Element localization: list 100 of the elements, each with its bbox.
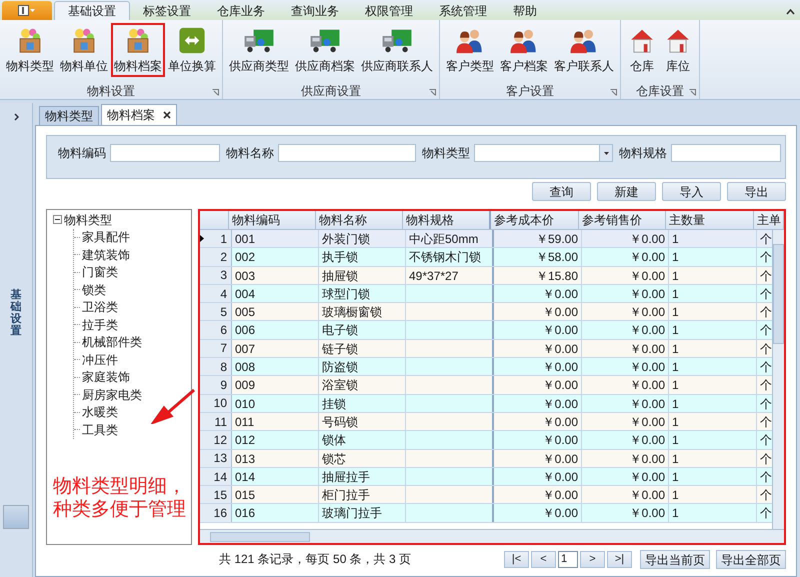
menu-tab[interactable]: 系统管理 — [426, 1, 500, 20]
column-header[interactable]: 物料名称 — [316, 211, 403, 229]
ribbon-button[interactable]: 仓库 — [624, 23, 660, 77]
tree-item[interactable]: 家具配件 — [82, 228, 130, 246]
export-button[interactable]: 导出当前页 — [640, 550, 710, 568]
action-button[interactable]: 查询 — [532, 182, 591, 201]
table-row[interactable]: 2 002 执手锁 不锈钢木门锁 ￥58.00 ￥0.00 1 个 — [200, 248, 772, 267]
ribbon-button[interactable]: 供应商档案 — [292, 23, 358, 77]
row-number: 5 — [220, 304, 227, 321]
table-cell: 1 — [669, 230, 757, 248]
tree-item[interactable]: 卫浴类 — [82, 298, 118, 316]
column-header[interactable]: 参考销售价 — [579, 211, 666, 229]
tree-item[interactable]: 工具类 — [82, 420, 118, 439]
table-row[interactable]: 11 011 号码锁 ￥0.00 ￥0.00 1 个 — [200, 412, 772, 432]
table-row[interactable]: 6 006 电子锁 ￥0.00 ￥0.00 1 个 — [200, 321, 772, 340]
dropdown-field[interactable] — [474, 144, 613, 162]
ribbon-button[interactable]: 单位换算 — [165, 23, 219, 77]
tree-item[interactable]: 冲压件 — [82, 350, 118, 369]
table-cell: ￥0.00 — [582, 431, 669, 449]
table-cell: 号码锁 — [319, 412, 406, 430]
menu-tab[interactable]: 查询业务 — [278, 1, 352, 20]
text-field[interactable] — [671, 144, 781, 162]
table-cell: ￥15.80 — [494, 266, 582, 284]
column-header[interactable]: 物料编码 — [229, 211, 316, 229]
ribbon-button[interactable]: 供应商类型 — [226, 23, 292, 77]
table-cell: ￥0.00 — [494, 486, 582, 504]
table-cell: ￥0.00 — [582, 450, 669, 467]
table-cell: ￥0.00 — [494, 450, 582, 467]
column-header[interactable]: 主数量 — [666, 211, 754, 229]
document-tab[interactable]: 物料类型 — [39, 106, 99, 125]
pager-button[interactable]: |< — [504, 550, 529, 568]
close-icon[interactable] — [163, 111, 171, 119]
table-row[interactable]: 1 001 外装门锁 中心距50mm ￥59.00 ￥0.00 1 个 — [200, 230, 772, 248]
dialog-launcher-icon[interactable] — [689, 89, 696, 96]
collapse-ribbon-icon[interactable] — [786, 9, 795, 15]
table-row[interactable]: 8 008 防盗锁 ￥0.00 ￥0.00 1 个 — [200, 358, 772, 376]
table-row[interactable]: 12 012 锁体 ￥0.00 ￥0.00 1 个 — [200, 431, 772, 450]
table-row[interactable]: 9 009 浴室锁 ￥0.00 ￥0.00 1 个 — [200, 376, 772, 395]
table-row[interactable]: 10 010 挂锁 ￥0.00 ￥0.00 1 个 — [200, 394, 772, 413]
tree-item[interactable]: 门窗类 — [82, 263, 118, 282]
tree-item[interactable]: 物料类型 — [64, 210, 112, 229]
app-menu-button[interactable] — [2, 1, 52, 20]
text-field[interactable] — [110, 144, 220, 162]
tree-item[interactable]: 机械部件类 — [82, 333, 142, 352]
table-cell: 009 — [232, 376, 319, 394]
tree-item[interactable]: 水暖类 — [82, 403, 118, 422]
ribbon-button[interactable]: 物料单位 — [57, 23, 111, 77]
pager-button[interactable]: >| — [607, 550, 632, 568]
menu-tab[interactable]: 帮助 — [500, 1, 550, 20]
ribbon-button[interactable]: 客户档案 — [497, 23, 551, 77]
tree-item[interactable]: 厨房家电类 — [82, 386, 142, 404]
action-button[interactable]: 新建 — [597, 182, 656, 201]
menu-tab[interactable]: 基础设置 — [54, 1, 130, 20]
tree-item[interactable]: 锁类 — [82, 280, 106, 299]
horizontal-scrollbar[interactable] — [200, 529, 784, 543]
ribbon-button[interactable]: 物料档案 — [111, 23, 165, 77]
ribbon-button[interactable]: 客户联系人 — [551, 23, 617, 77]
table-row[interactable]: 5 005 玻璃橱窗锁 ￥0.00 ￥0.00 1 个 — [200, 303, 772, 322]
menu-tab[interactable]: 仓库业务 — [204, 1, 278, 20]
table-cell: 玻璃门拉手 — [319, 504, 406, 522]
sidebar-title[interactable]: 基础设置 — [10, 288, 22, 338]
collapse-icon[interactable] — [53, 215, 62, 224]
table-cell: ￥58.00 — [494, 248, 582, 266]
ribbon-button[interactable]: 客户类型 — [443, 23, 497, 77]
table-cell: 柜门拉手 — [319, 486, 406, 504]
menu-tab[interactable]: 权限管理 — [352, 1, 426, 20]
table-row[interactable]: 15 015 柜门拉手 ￥0.00 ￥0.00 1 个 — [200, 486, 772, 504]
tree-item[interactable]: 建筑装饰 — [82, 246, 130, 264]
ribbon-button[interactable]: 物料类型 — [3, 23, 57, 77]
page-input[interactable]: 1 — [558, 550, 578, 568]
dialog-launcher-icon[interactable] — [212, 89, 219, 96]
table-row[interactable]: 13 013 锁芯 ￥0.00 ￥0.00 1 个 — [200, 450, 772, 468]
table-row[interactable]: 4 004 球型门锁 ￥0.00 ￥0.00 1 个 — [200, 284, 772, 304]
pager-button[interactable]: > — [580, 550, 605, 568]
table-cell: 1 — [669, 358, 757, 376]
dialog-launcher-icon[interactable] — [429, 89, 436, 96]
ribbon-button[interactable]: 库位 — [660, 23, 696, 77]
chevron-right-icon[interactable] — [14, 113, 18, 121]
text-field[interactable] — [278, 144, 416, 162]
dropdown-arrow-icon — [604, 152, 608, 154]
ribbon-button[interactable]: 供应商联系人 — [358, 23, 436, 77]
table-row[interactable]: 3 003 抽屉锁 49*37*27 ￥15.80 ￥0.00 1 个 — [200, 266, 772, 285]
row-number: 14 — [214, 468, 227, 486]
table-row[interactable]: 7 007 链子锁 ￥0.00 ￥0.00 1 个 — [200, 340, 772, 358]
vertical-scrollbar[interactable] — [772, 230, 784, 529]
document-tab[interactable]: 物料档案 — [101, 104, 177, 125]
row-number: 3 — [220, 267, 227, 284]
tree-item[interactable]: 家庭装饰 — [82, 368, 130, 386]
dialog-launcher-icon[interactable] — [610, 89, 617, 96]
tree-item[interactable]: 拉手类 — [82, 316, 118, 334]
column-header[interactable]: 主单 — [754, 211, 784, 229]
action-button[interactable]: 导出 — [727, 182, 786, 201]
action-button[interactable]: 导入 — [662, 182, 721, 201]
table-row[interactable]: 16 016 玻璃门拉手 ￥0.00 ￥0.00 1 个 — [200, 504, 772, 523]
menu-tab[interactable]: 标签设置 — [130, 1, 204, 20]
column-header[interactable]: 参考成本价 — [491, 211, 579, 229]
export-button[interactable]: 导出全部页 — [716, 550, 786, 568]
table-row[interactable]: 14 014 抽屉拉手 ￥0.00 ￥0.00 1 个 — [200, 468, 772, 486]
table-cell: 1 — [669, 248, 757, 266]
pager-button[interactable]: < — [531, 550, 556, 568]
